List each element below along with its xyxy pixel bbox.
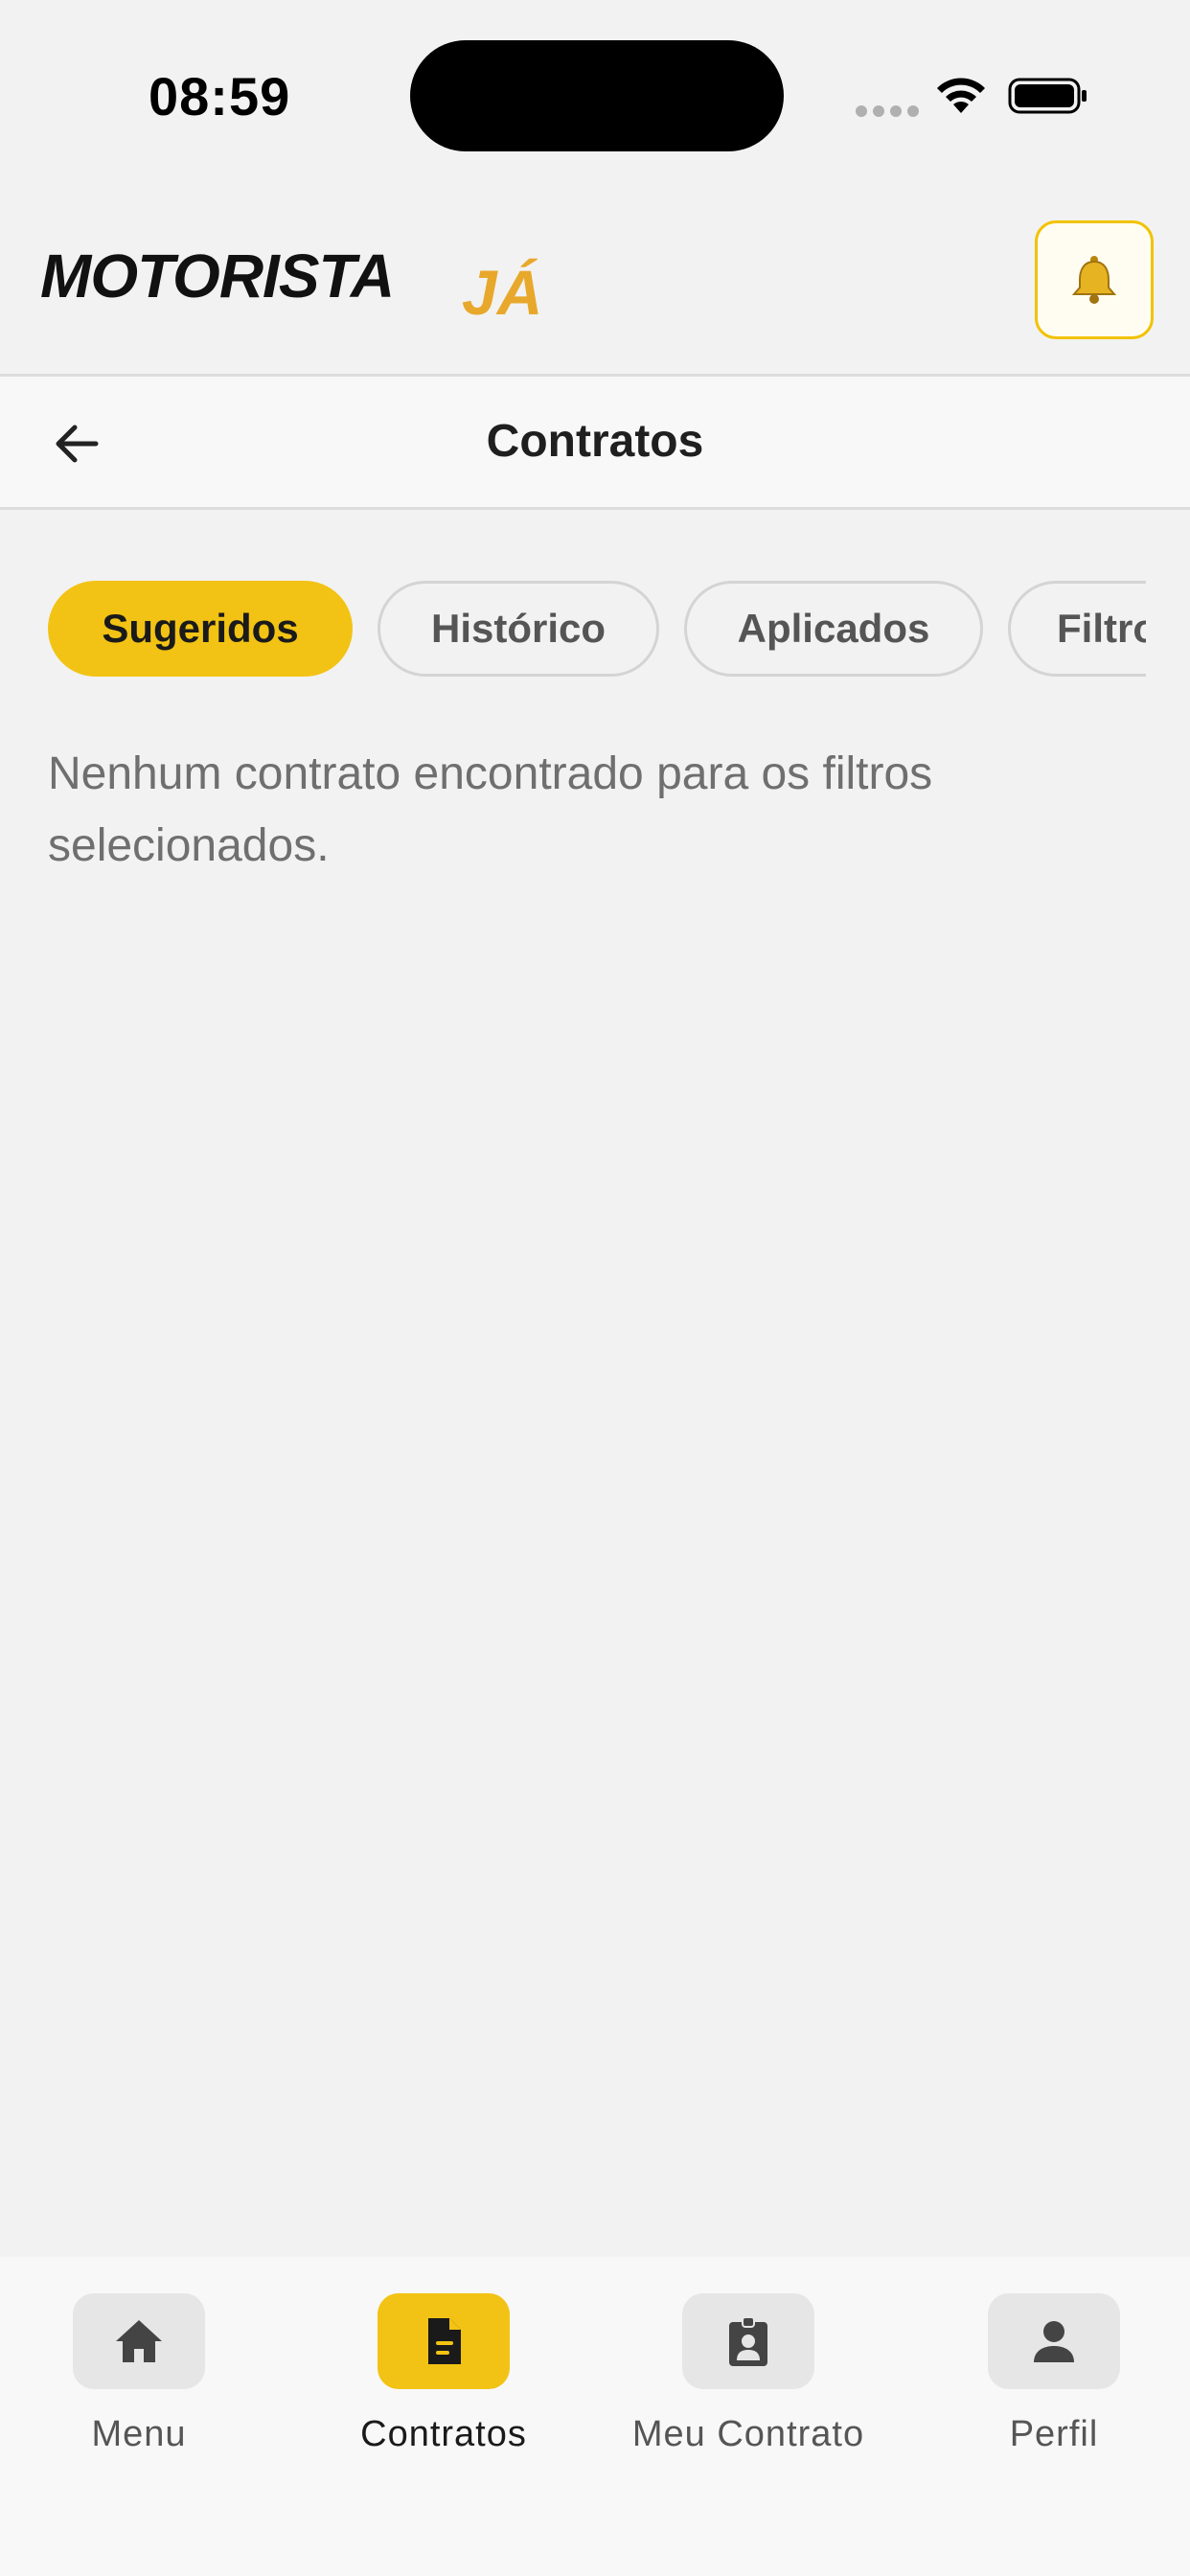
logo-main-text: MOTORISTA bbox=[40, 242, 394, 310]
wifi-icon bbox=[937, 78, 985, 113]
app-header: MOTORISTA JÁ bbox=[0, 192, 1190, 374]
nav-item-contratos[interactable]: Contratos bbox=[300, 2293, 587, 2455]
nav-icon-container bbox=[73, 2293, 205, 2389]
nav-label: Menu bbox=[91, 2414, 187, 2454]
title-bar: Contratos bbox=[0, 374, 1190, 510]
empty-state-message: Nenhum contrato encontrado para os filtr… bbox=[48, 748, 933, 871]
nav-icon-container bbox=[378, 2293, 510, 2389]
dynamic-island bbox=[410, 40, 784, 151]
nav-icon-container bbox=[682, 2293, 814, 2389]
notifications-button[interactable] bbox=[1035, 220, 1154, 339]
nav-label: Perfil bbox=[1009, 2414, 1099, 2454]
person-icon bbox=[1034, 2321, 1074, 2362]
nav-label: Contratos bbox=[360, 2414, 527, 2454]
chip-filtro[interactable]: Filtro bbox=[1008, 581, 1146, 677]
nav-label: Meu Contrato bbox=[631, 2414, 865, 2454]
badge-icon bbox=[729, 2316, 767, 2366]
chip-sugeridos[interactable]: Sugeridos bbox=[48, 581, 353, 677]
status-time: 08:59 bbox=[149, 66, 291, 126]
document-icon bbox=[428, 2318, 461, 2364]
page-title: Contratos bbox=[486, 416, 704, 467]
chip-aplicados[interactable]: Aplicados bbox=[684, 581, 983, 677]
status-bar: 08:59 bbox=[0, 0, 1190, 192]
cellular-signal-icon bbox=[856, 105, 919, 117]
motorista-ja-logo: MOTORISTA JÁ bbox=[40, 242, 542, 316]
nav-item-meu-contrato[interactable]: Meu Contrato bbox=[605, 2293, 892, 2455]
bell-icon bbox=[1071, 256, 1117, 304]
bottom-navigation: Menu Contratos Meu Contrato Perfil bbox=[0, 2257, 1190, 2576]
chip-historico[interactable]: Histórico bbox=[378, 581, 659, 677]
nav-item-perfil[interactable]: Perfil bbox=[910, 2293, 1190, 2455]
nav-item-menu[interactable]: Menu bbox=[0, 2293, 283, 2455]
logo-accent-text: JÁ bbox=[462, 257, 542, 316]
nav-icon-container bbox=[988, 2293, 1120, 2389]
home-icon bbox=[116, 2320, 162, 2362]
app-screen: 08:59 MOTORISTA JÁ Contratos Sugeridos H… bbox=[0, 0, 1190, 2576]
filter-chips: Sugeridos Histórico Aplicados Filtro bbox=[0, 581, 1146, 678]
battery-icon bbox=[1008, 78, 1087, 114]
